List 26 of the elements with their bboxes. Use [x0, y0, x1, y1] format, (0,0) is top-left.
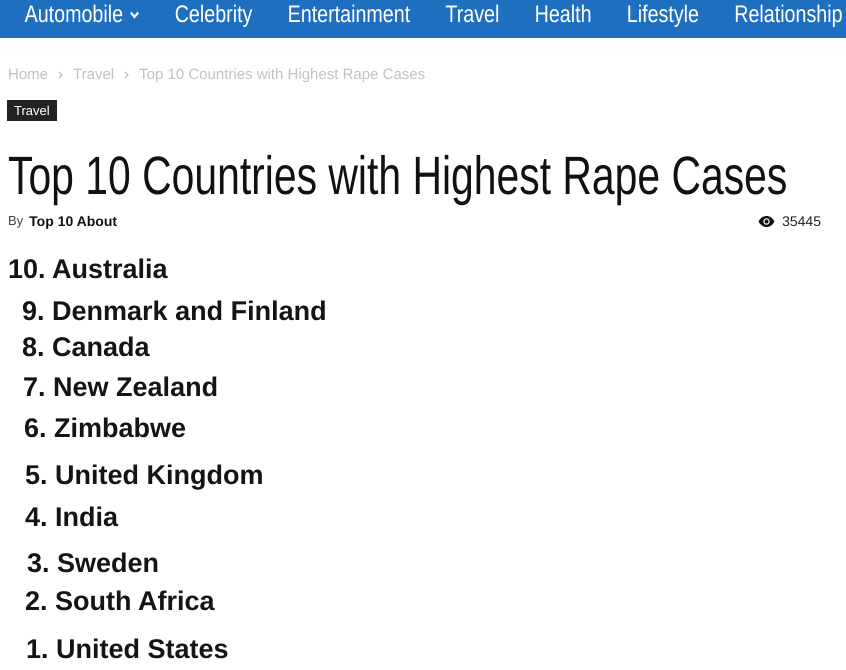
author-link[interactable]: Top 10 About: [29, 210, 118, 232]
list-item: 4. India: [25, 502, 118, 533]
nav-link[interactable]: Lifestyle: [626, 0, 699, 30]
article-title: Top 10 Countries with Highest Rape Cases: [8, 146, 788, 206]
nav-link[interactable]: Celebrity: [174, 0, 252, 30]
chevron-right-icon: [124, 71, 130, 79]
nav-link[interactable]: Health: [534, 0, 592, 30]
list-item: 3. Sweden: [27, 548, 160, 579]
byline-prefix: By: [8, 212, 24, 230]
view-count: 35445: [782, 212, 821, 230]
list-item: 9. Denmark and Finland: [22, 296, 327, 327]
nav-link[interactable]: Entertainment: [288, 0, 410, 30]
nav-link[interactable]: Relationship: [734, 0, 843, 30]
nav-link[interactable]: Travel: [445, 0, 500, 30]
list-item: 1. United States: [26, 634, 229, 665]
breadcrumb-current: Top 10 Countries with Highest Rape Cases: [139, 65, 426, 85]
list-item: 5. United Kingdom: [25, 460, 264, 491]
list-item: 8. Canada: [22, 332, 150, 363]
list-item: 10. Australia: [8, 254, 168, 285]
nav-link[interactable]: Automobile: [24, 0, 140, 30]
list-item: 2. South Africa: [25, 586, 215, 617]
list-item: 7. New Zealand: [23, 372, 218, 403]
eye-icon: [758, 216, 776, 226]
chevron-right-icon: [58, 71, 64, 79]
list-item: 6. Zimbabwe: [24, 413, 186, 444]
category-tag[interactable]: Travel: [7, 100, 57, 121]
